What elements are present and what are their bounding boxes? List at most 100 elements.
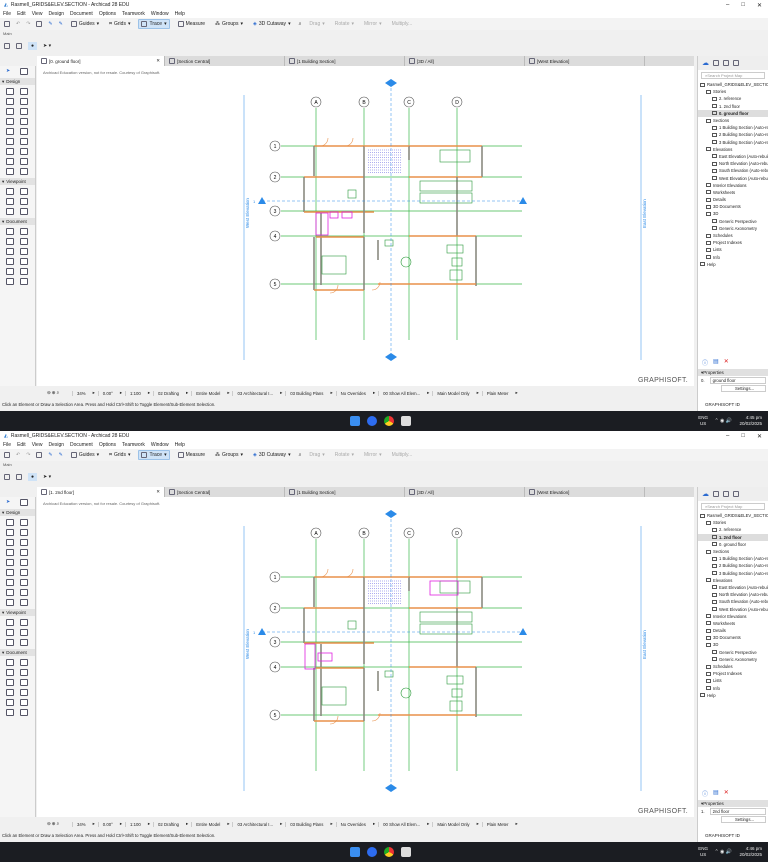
zoom-icon[interactable]: ⌕	[299, 21, 302, 27]
menu-file[interactable]: File	[3, 11, 11, 17]
detail-tool-icon[interactable]	[6, 639, 14, 646]
tab-3d[interactable]: [3D / All]	[405, 487, 525, 497]
dropdown-arrow-icon[interactable]: ▸	[477, 821, 479, 827]
beam-tool-icon[interactable]	[6, 98, 14, 105]
project-map-item[interactable]: Lists	[698, 677, 768, 684]
settings-icon[interactable]: ▤	[713, 358, 719, 367]
project-map-item[interactable]: Worksheets	[698, 189, 768, 196]
project-map-item[interactable]: Help	[698, 692, 768, 699]
viewpoint-section-header[interactable]: ▾ Viewpoint	[0, 178, 35, 185]
quick-option-6[interactable]: 03 Building Plans	[285, 821, 327, 827]
menu-file[interactable]: File	[3, 442, 11, 448]
skylight-tool-icon[interactable]	[20, 148, 28, 155]
skylight-tool-icon[interactable]	[20, 579, 28, 586]
menu-window[interactable]: Window	[151, 11, 169, 17]
tab-west-elevation[interactable]: [West Elevation]	[525, 487, 645, 497]
dropdown-arrow-icon[interactable]: ▸	[280, 390, 282, 396]
quick-option-8[interactable]: 00 Show All Elem...	[378, 821, 424, 827]
interior-elevation-tool-icon[interactable]	[6, 198, 14, 205]
door-tool-icon[interactable]	[6, 559, 14, 566]
document-section-header[interactable]: ▾ Document	[0, 218, 35, 225]
redo-icon[interactable]: ↷	[26, 21, 30, 27]
fill-tool-icon[interactable]	[6, 679, 14, 686]
minimize-button[interactable]: –	[726, 433, 729, 440]
project-map-item[interactable]: Worksheets	[698, 620, 768, 627]
publisher-icon[interactable]	[733, 491, 739, 497]
shell-tool-icon[interactable]	[20, 539, 28, 546]
interior-elevation-tool-icon[interactable]	[6, 629, 14, 636]
settings-button[interactable]: Settings...	[721, 815, 766, 823]
project-map-item[interactable]: Generic Perspective	[698, 218, 768, 225]
zoom-controls-icon[interactable]: ⊖ ⊕ ⌕	[37, 390, 69, 396]
project-map-icon[interactable]: ☁	[702, 59, 709, 67]
fill-tool-icon[interactable]	[6, 248, 14, 255]
tab-section-central[interactable]: [Section Central]	[165, 56, 285, 66]
dropdown-arrow-icon[interactable]: ▸	[93, 821, 95, 827]
tray-icons[interactable]: ⌃ ◉ 🔊	[714, 849, 732, 855]
tab-close-icon[interactable]: ✕	[156, 489, 160, 495]
window-tool-icon[interactable]	[20, 128, 28, 135]
project-map-item[interactable]: West Elevation (Auto-rebuild Model)	[698, 605, 768, 612]
mirror-button[interactable]: Mirror ▾	[362, 20, 384, 28]
stair-tool-icon[interactable]	[6, 569, 14, 576]
project-map-item[interactable]: 0. ground floor	[698, 109, 768, 117]
project-map-item[interactable]: 2. reference	[698, 526, 768, 533]
tab-section-central[interactable]: [Section Central]	[165, 487, 285, 497]
dropdown-arrow-icon[interactable]: ▸	[373, 390, 375, 396]
level-dimension-tool-icon[interactable]	[20, 228, 28, 235]
menu-options[interactable]: Options	[99, 442, 116, 448]
design-section-header[interactable]: ▾ Design	[0, 509, 35, 516]
groups-button[interactable]: ⁂ Groups ▾	[213, 451, 245, 459]
dropdown-arrow-icon[interactable]: ▸	[186, 390, 188, 396]
dropdown-arrow-icon[interactable]: ▸	[148, 821, 150, 827]
menu-edit[interactable]: Edit	[17, 11, 26, 17]
menu-design[interactable]: Design	[48, 11, 64, 17]
undo-icon[interactable]: ↶	[16, 21, 20, 27]
quick-option-0[interactable]: 34%	[72, 821, 90, 827]
groups-button[interactable]: ⁂ Groups ▾	[213, 20, 245, 28]
project-map-item[interactable]: Elevations	[698, 146, 768, 153]
text-tool-icon[interactable]	[6, 238, 14, 245]
clock[interactable]: 4:45 pm 20/02/2025	[739, 415, 762, 427]
menu-document[interactable]: Document	[70, 11, 93, 17]
shell-tool-icon[interactable]	[20, 108, 28, 115]
quick-option-2[interactable]: 1:100	[125, 821, 145, 827]
graphisoft-id[interactable]: GRAPHISOFT ID	[705, 833, 740, 838]
close-button[interactable]: ✕	[757, 2, 762, 9]
quick-option-6[interactable]: 03 Building Plans	[285, 390, 327, 396]
beam-tool-icon[interactable]	[6, 529, 14, 536]
pen-set-icon[interactable]	[16, 43, 22, 49]
measure-button[interactable]: Measure	[176, 451, 207, 459]
drag-button[interactable]: Drag ▾	[307, 20, 326, 28]
tab-floor-plan[interactable]: [0. ground floor] ✕	[37, 56, 165, 66]
project-map-item[interactable]: Rasmell_GRIDS&ELEV_SECTION	[698, 512, 768, 519]
quick-option-8[interactable]: 00 Show All Elem...	[378, 390, 424, 396]
maximize-button[interactable]: □	[741, 2, 745, 9]
properties-header[interactable]: ▾ Properties	[698, 800, 768, 807]
worksheet-tool-icon[interactable]	[20, 198, 28, 205]
morph-tool-icon[interactable]	[6, 118, 14, 125]
syringe-icon[interactable]: ✎	[59, 21, 63, 27]
menu-design[interactable]: Design	[48, 442, 64, 448]
multiply-button[interactable]: Multiply...	[390, 451, 415, 459]
tab-close-icon[interactable]: ✕	[156, 58, 160, 64]
undo-icon[interactable]: ↶	[16, 452, 20, 458]
view-map-icon[interactable]	[713, 60, 719, 66]
arc-tool-icon[interactable]	[6, 689, 14, 696]
project-map-item[interactable]: 2 Building Section (Auto-rebuild Model)	[698, 562, 768, 569]
label-tool-icon[interactable]	[20, 669, 28, 676]
project-map-item[interactable]: 0. ground floor	[698, 541, 768, 548]
project-map-item[interactable]: Details	[698, 196, 768, 203]
project-map-item[interactable]: West Elevation (Auto-rebuild Model)	[698, 174, 768, 181]
quick-option-5[interactable]: 03 Architectural I...	[232, 821, 277, 827]
settings-icon[interactable]: ▤	[713, 789, 719, 798]
archicad-icon[interactable]	[401, 847, 411, 857]
pick-up-parameters-icon[interactable]	[36, 452, 43, 458]
3d-cutaway-button[interactable]: ◈ 3D Cutaway ▾	[251, 20, 293, 28]
dropdown-arrow-icon[interactable]: ▸	[373, 821, 375, 827]
dropdown-arrow-icon[interactable]: ▸	[93, 390, 95, 396]
object-tool-icon[interactable]	[20, 118, 28, 125]
quick-option-0[interactable]: 34%	[72, 390, 90, 396]
slab-tool-icon[interactable]	[20, 98, 28, 105]
delete-icon[interactable]: ✕	[724, 789, 729, 798]
